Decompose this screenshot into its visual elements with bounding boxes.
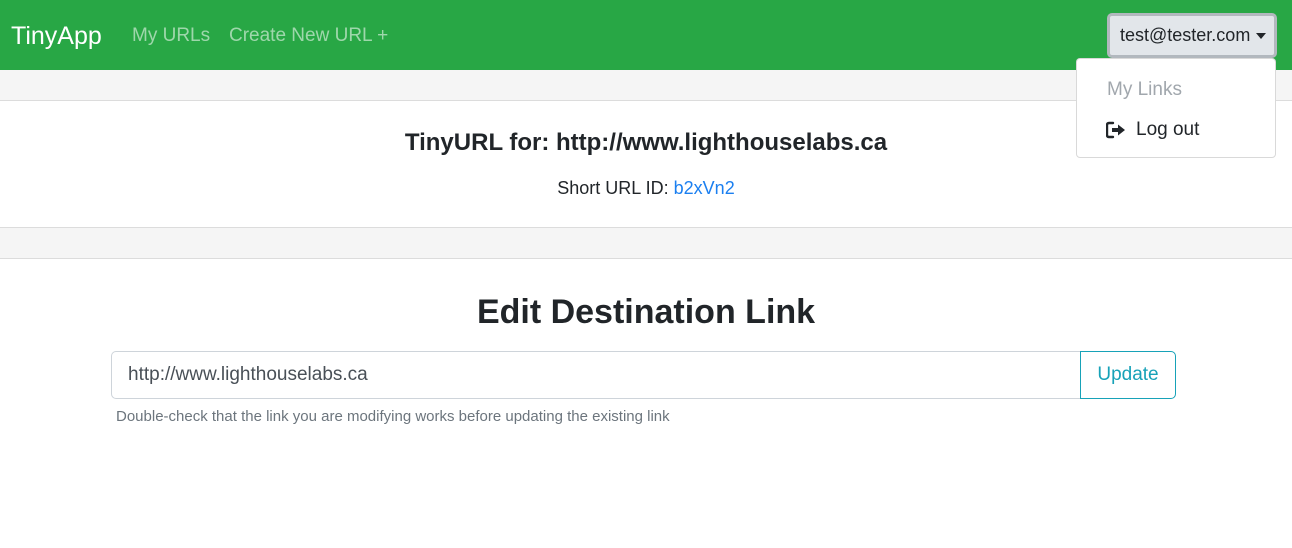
short-url-line: Short URL ID: b2xVn2 [0,175,1292,201]
input-help-text: Double-check that the link you are modif… [116,408,670,425]
sign-out-icon [1106,121,1125,139]
dropdown-item-label: My Links [1107,79,1182,100]
nav-link-my-urls[interactable]: My URLs [132,24,210,48]
dropdown-item-label: Log out [1136,119,1200,140]
brand-logo[interactable]: TinyApp [11,20,102,52]
update-button[interactable]: Update [1080,351,1176,399]
user-email: test@tester.com [1120,25,1251,45]
short-url-id-link[interactable]: b2xVn2 [674,178,735,198]
user-dropdown-menu: My Links Log out [1076,58,1276,158]
nav-link-create-new-url[interactable]: Create New URL + [229,24,388,48]
dropdown-item-my-links: My Links [1107,78,1182,102]
short-url-label: Short URL ID: [557,178,674,198]
caret-down-icon [1256,33,1266,39]
destination-url-input[interactable] [111,351,1081,399]
user-menu-button[interactable]: test@tester.com [1107,13,1277,58]
edit-heading: Edit Destination Link [476,293,816,331]
section-divider [0,227,1292,259]
